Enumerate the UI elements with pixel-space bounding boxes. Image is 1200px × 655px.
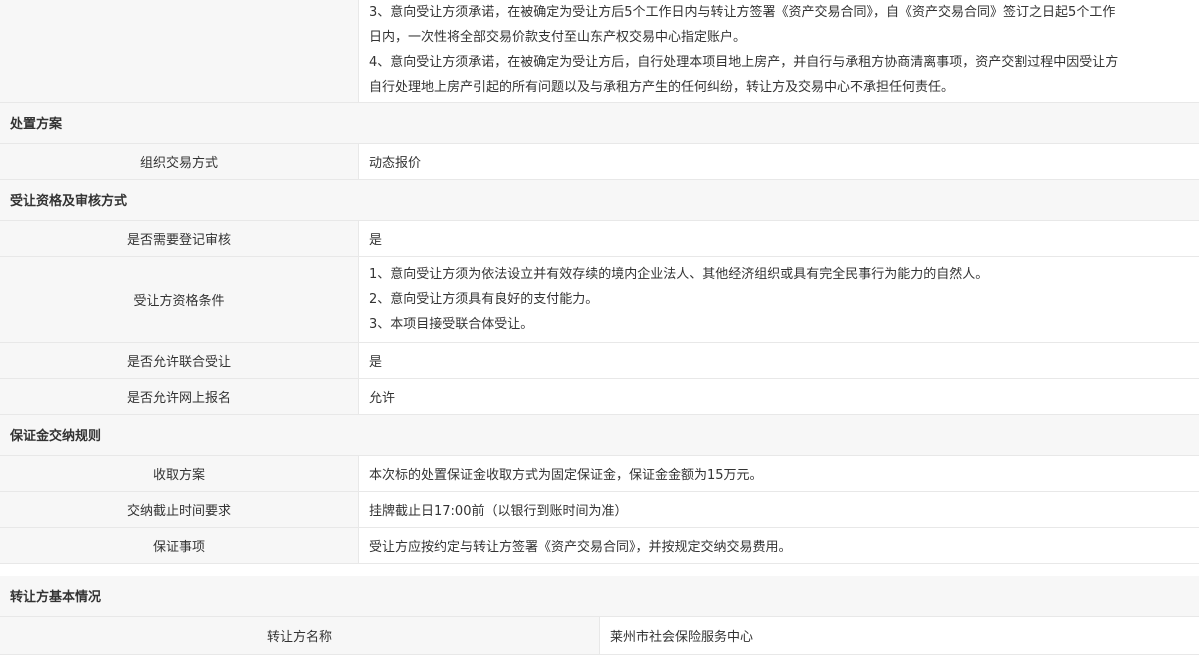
row-registration: 是否需要登记审核 是 — [0, 220, 1199, 256]
value-trade-method: 动态报价 — [359, 143, 1200, 179]
value-deposit-guarantee: 受让方应按约定与转让方签署《资产交易合同》，并按规定交纳交易费用。 — [359, 527, 1200, 563]
row-deposit-guarantee: 保证事项 受让方应按约定与转让方签署《资产交易合同》，并按规定交纳交易费用。 — [0, 527, 1199, 563]
section-title-qualification: 受让资格及审核方式 — [0, 179, 1199, 220]
label-conditions: 受让方资格条件 — [0, 256, 359, 342]
condition-item: 3、本项目接受联合体受让。 — [369, 312, 1187, 337]
value-deposit-deadline: 挂牌截止日17:00前（以银行到账时间为准） — [359, 491, 1200, 527]
label-online: 是否允许网上报名 — [0, 378, 359, 414]
section-title-deposit: 保证金交纳规则 — [0, 414, 1199, 455]
section-transferor: 转让方基本情况 — [0, 576, 1199, 617]
label-transferor-name: 转让方名称 — [0, 617, 600, 655]
project-info-table: 3、意向受让方须承诺，在被确定为受让方后5个工作日内与转让方签署《资产交易合同》… — [0, 0, 1199, 564]
value-joint: 是 — [359, 342, 1200, 378]
label-registration: 是否需要登记审核 — [0, 220, 359, 256]
label-deposit-deadline: 交纳截止时间要求 — [0, 491, 359, 527]
label-joint: 是否允许联合受让 — [0, 342, 359, 378]
value-online: 允许 — [359, 378, 1200, 414]
row-trade-method: 组织交易方式 动态报价 — [0, 143, 1199, 179]
row-joint: 是否允许联合受让 是 — [0, 342, 1199, 378]
section-gap — [0, 564, 1199, 576]
label-deposit-guarantee: 保证事项 — [0, 527, 359, 563]
top-line-2: 日内，一次性将全部交易价款支付至山东产权交易中心指定账户。 — [369, 25, 1187, 50]
row-deposit-deadline: 交纳截止时间要求 挂牌截止日17:00前（以银行到账时间为准） — [0, 491, 1199, 527]
value-deposit-plan: 本次标的处置保证金收取方式为固定保证金，保证金金额为15万元。 — [359, 455, 1200, 491]
value-conditions: 1、意向受让方须为依法设立并有效存续的境内企业法人、其他经济组织或具有完全民事行… — [359, 256, 1200, 342]
transferor-table: 转让方基本情况 转让方名称 莱州市社会保险服务中心 — [0, 576, 1199, 655]
value-transferor-name: 莱州市社会保险服务中心 — [600, 617, 1200, 655]
row-online: 是否允许网上报名 允许 — [0, 378, 1199, 414]
top-block-label — [0, 0, 359, 102]
section-disposal: 处置方案 — [0, 102, 1199, 143]
top-block-row: 3、意向受让方须承诺，在被确定为受让方后5个工作日内与转让方签署《资产交易合同》… — [0, 0, 1199, 102]
top-line-4: 自行处理地上房产引起的所有问题以及与承租方产生的任何纠纷，转让方及交易中心不承担… — [369, 75, 1187, 100]
row-transferor-name: 转让方名称 莱州市社会保险服务中心 — [0, 617, 1199, 655]
row-conditions: 受让方资格条件 1、意向受让方须为依法设立并有效存续的境内企业法人、其他经济组织… — [0, 256, 1199, 342]
top-line-1: 3、意向受让方须承诺，在被确定为受让方后5个工作日内与转让方签署《资产交易合同》… — [369, 0, 1187, 25]
top-block-value: 3、意向受让方须承诺，在被确定为受让方后5个工作日内与转让方签署《资产交易合同》… — [359, 0, 1200, 102]
page: 3、意向受让方须承诺，在被确定为受让方后5个工作日内与转让方签署《资产交易合同》… — [0, 0, 1199, 655]
value-registration: 是 — [359, 220, 1200, 256]
section-deposit: 保证金交纳规则 — [0, 414, 1199, 455]
row-deposit-plan: 收取方案 本次标的处置保证金收取方式为固定保证金，保证金金额为15万元。 — [0, 455, 1199, 491]
label-deposit-plan: 收取方案 — [0, 455, 359, 491]
section-title-disposal: 处置方案 — [0, 102, 1199, 143]
section-title-transferor: 转让方基本情况 — [0, 576, 1199, 617]
condition-item: 2、意向受让方须具有良好的支付能力。 — [369, 287, 1187, 312]
section-qualification: 受让资格及审核方式 — [0, 179, 1199, 220]
condition-item: 1、意向受让方须为依法设立并有效存续的境内企业法人、其他经济组织或具有完全民事行… — [369, 262, 1187, 287]
top-line-3: 4、意向受让方须承诺，在被确定为受让方后，自行处理本项目地上房产，并自行与承租方… — [369, 50, 1187, 75]
label-trade-method: 组织交易方式 — [0, 143, 359, 179]
